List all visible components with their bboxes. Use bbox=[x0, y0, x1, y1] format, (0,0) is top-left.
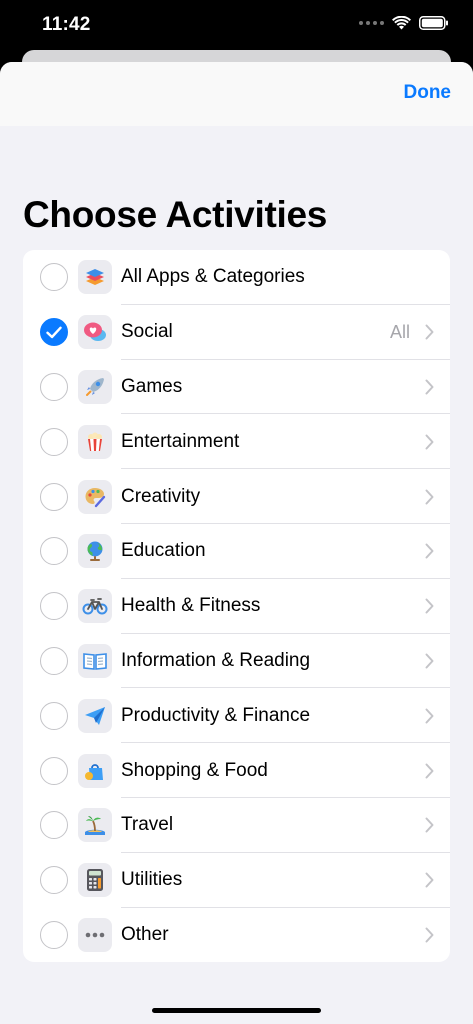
list-item-all-apps[interactable]: All Apps & Categories bbox=[23, 250, 450, 305]
list-item-health-fitness[interactable]: Health & Fitness bbox=[23, 579, 450, 634]
list-item-travel[interactable]: Travel bbox=[23, 798, 450, 853]
row-label: Information & Reading bbox=[121, 649, 311, 671]
palette-icon bbox=[78, 479, 112, 514]
row-label: Utilities bbox=[121, 869, 183, 891]
chevron-right-icon bbox=[425, 543, 434, 559]
bicycle-icon bbox=[78, 589, 112, 624]
paper-plane-icon bbox=[78, 698, 112, 733]
checkbox[interactable] bbox=[40, 646, 68, 675]
calculator-icon bbox=[78, 863, 112, 898]
page-title: Choose Activities bbox=[23, 194, 327, 235]
row-label: Health & Fitness bbox=[121, 595, 261, 617]
list-item-social[interactable]: Social All bbox=[23, 305, 450, 360]
status-bar: 11:42 bbox=[0, 0, 473, 50]
rocket-icon bbox=[78, 369, 112, 404]
row-label: Creativity bbox=[121, 485, 201, 507]
row-label: Travel bbox=[121, 814, 174, 836]
chevron-right-icon bbox=[425, 379, 434, 395]
checkmark-icon bbox=[46, 326, 62, 338]
chevron-right-icon bbox=[425, 598, 434, 614]
list-item-information-reading[interactable]: Information & Reading bbox=[23, 634, 450, 689]
chevron-right-icon bbox=[425, 927, 434, 943]
globe-icon bbox=[78, 534, 112, 569]
done-button[interactable]: Done bbox=[404, 82, 452, 104]
status-time: 11:42 bbox=[42, 14, 91, 35]
nav-bar: Done bbox=[0, 62, 473, 126]
list-item-shopping-food[interactable]: Shopping & Food bbox=[23, 743, 450, 798]
chevron-right-icon bbox=[425, 489, 434, 505]
home-indicator bbox=[152, 1008, 321, 1013]
row-label: Shopping & Food bbox=[121, 759, 268, 781]
checkbox[interactable] bbox=[40, 537, 68, 566]
row-label: Education bbox=[121, 540, 206, 562]
wifi-icon bbox=[392, 16, 411, 30]
list-item-entertainment[interactable]: Entertainment bbox=[23, 414, 450, 469]
stack-icon bbox=[78, 260, 112, 295]
row-label: Other bbox=[121, 923, 169, 945]
list-item-productivity-finance[interactable]: Productivity & Finance bbox=[23, 688, 450, 743]
row-label: Social bbox=[121, 321, 173, 343]
checkbox[interactable] bbox=[40, 866, 68, 895]
status-icons bbox=[359, 16, 449, 30]
chevron-right-icon bbox=[425, 434, 434, 450]
activities-list: All Apps & Categories Social All Games E… bbox=[23, 250, 450, 963]
checkbox[interactable] bbox=[40, 263, 68, 292]
checkbox[interactable] bbox=[40, 701, 68, 730]
list-item-other[interactable]: Other bbox=[23, 908, 450, 963]
row-label: All Apps & Categories bbox=[121, 266, 305, 288]
cellular-signal-icon bbox=[359, 21, 384, 25]
chevron-right-icon bbox=[425, 324, 434, 340]
chevron-right-icon bbox=[425, 708, 434, 724]
chevron-right-icon bbox=[425, 817, 434, 833]
checkbox[interactable] bbox=[40, 920, 68, 949]
palm-island-icon bbox=[78, 808, 112, 843]
checkbox[interactable] bbox=[40, 372, 68, 401]
list-item-utilities[interactable]: Utilities bbox=[23, 853, 450, 908]
list-item-games[interactable]: Games bbox=[23, 360, 450, 415]
list-item-education[interactable]: Education bbox=[23, 524, 450, 579]
checkbox[interactable] bbox=[40, 811, 68, 840]
row-label: Games bbox=[121, 375, 183, 397]
chevron-right-icon bbox=[425, 763, 434, 779]
row-detail: All bbox=[389, 321, 410, 342]
popcorn-icon bbox=[78, 424, 112, 459]
row-label: Entertainment bbox=[121, 430, 240, 452]
checkbox[interactable] bbox=[40, 756, 68, 785]
activities-sheet: Done Choose Activities All Apps & Catego… bbox=[0, 62, 473, 1024]
row-label: Productivity & Finance bbox=[121, 704, 311, 726]
book-icon bbox=[78, 643, 112, 678]
ellipsis-icon bbox=[78, 917, 112, 952]
checkbox[interactable] bbox=[40, 592, 68, 621]
shopping-bag-icon bbox=[78, 753, 112, 788]
chevron-right-icon bbox=[425, 653, 434, 669]
checkbox[interactable] bbox=[40, 482, 68, 511]
chevron-right-icon bbox=[425, 872, 434, 888]
social-bubbles-icon bbox=[78, 315, 112, 350]
list-item-creativity[interactable]: Creativity bbox=[23, 469, 450, 524]
battery-icon bbox=[419, 16, 448, 30]
checkbox[interactable] bbox=[40, 427, 68, 456]
checkbox-checked[interactable] bbox=[40, 318, 68, 347]
